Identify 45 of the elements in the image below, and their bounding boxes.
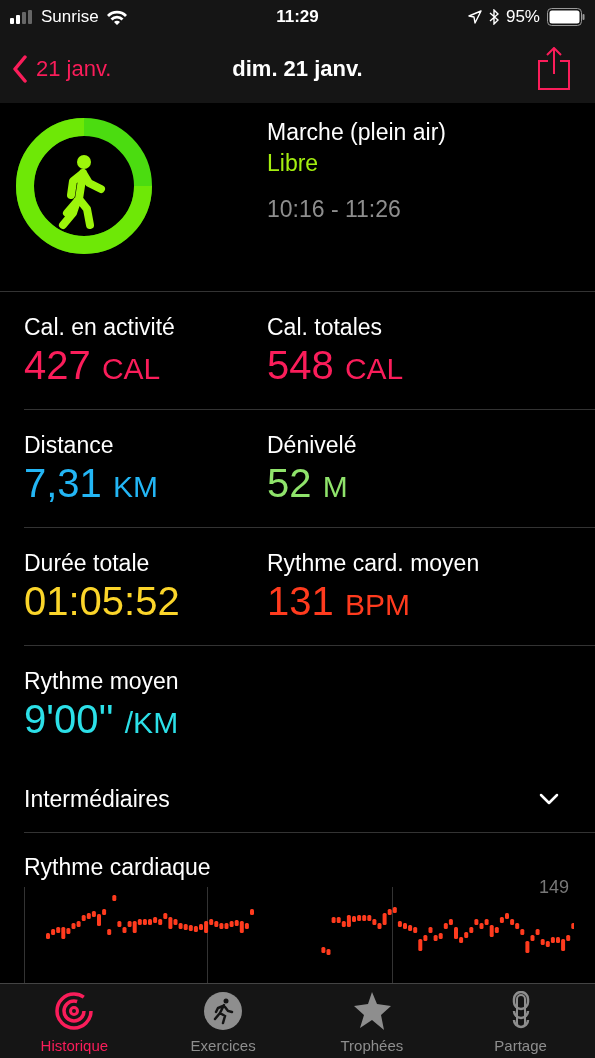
heart-rate-point bbox=[571, 923, 574, 929]
axis-label: 149 bbox=[538, 877, 569, 898]
back-button[interactable]: 21 janv. bbox=[12, 54, 112, 83]
metric-value: 01:05:52 bbox=[24, 578, 180, 624]
metric-value: 52 M bbox=[267, 460, 348, 507]
heart-rate-point bbox=[250, 909, 254, 915]
battery-icon bbox=[547, 8, 585, 26]
rings-icon bbox=[54, 990, 95, 1031]
heart-rate-point bbox=[112, 895, 117, 901]
heart-rate-point bbox=[107, 929, 112, 935]
runner-icon bbox=[203, 990, 244, 1031]
workout-time-range: 10:16 - 11:26 bbox=[267, 195, 402, 224]
splits-row[interactable]: Intermédiaires bbox=[24, 766, 595, 833]
bluetooth-icon bbox=[488, 9, 499, 25]
chart-title: Rythme cardiaque bbox=[24, 853, 211, 881]
metric-value: 9'00'' /KM bbox=[24, 696, 179, 743]
metric-label: Rythme card. moyen bbox=[267, 549, 481, 578]
metric-value: 548 CAL bbox=[267, 342, 404, 389]
clock-time: 11:29 bbox=[276, 7, 319, 27]
heart-rate-point bbox=[428, 927, 433, 933]
signal-icon bbox=[10, 10, 34, 24]
tab[interactable]: Exercices bbox=[163, 989, 284, 1055]
metric-label: Dénivelé bbox=[267, 431, 358, 460]
metric-value: 7,31 KM bbox=[24, 460, 158, 507]
splits-label: Intermédiaires bbox=[24, 785, 170, 813]
wifi-icon bbox=[105, 9, 128, 25]
tab[interactable]: Trophées bbox=[311, 989, 432, 1055]
workout-type: Libre bbox=[267, 149, 320, 178]
carrier-name: Sunrise bbox=[41, 7, 99, 27]
metric-label: Rythme moyen bbox=[24, 667, 180, 696]
back-chevron-icon bbox=[12, 54, 28, 83]
screen-title: dim. 21 janv. bbox=[231, 55, 364, 82]
tab[interactable]: Partage bbox=[460, 989, 581, 1055]
metric-label: Distance bbox=[24, 431, 115, 460]
location-icon bbox=[467, 10, 482, 24]
share-icon[interactable] bbox=[537, 46, 571, 91]
workout-name: Marche (plein air) bbox=[267, 118, 446, 147]
tab[interactable]: Historique bbox=[14, 989, 135, 1055]
battery-percent: 95% bbox=[505, 7, 540, 27]
metric-label: Cal. en activité bbox=[24, 313, 176, 342]
metric-value: 427 CAL bbox=[24, 342, 161, 389]
metric-label: Cal. totales bbox=[267, 313, 384, 342]
metric-label: Durée totale bbox=[24, 549, 151, 578]
walking-ring-icon bbox=[15, 117, 153, 255]
metric-value: 131 BPM bbox=[267, 578, 410, 625]
